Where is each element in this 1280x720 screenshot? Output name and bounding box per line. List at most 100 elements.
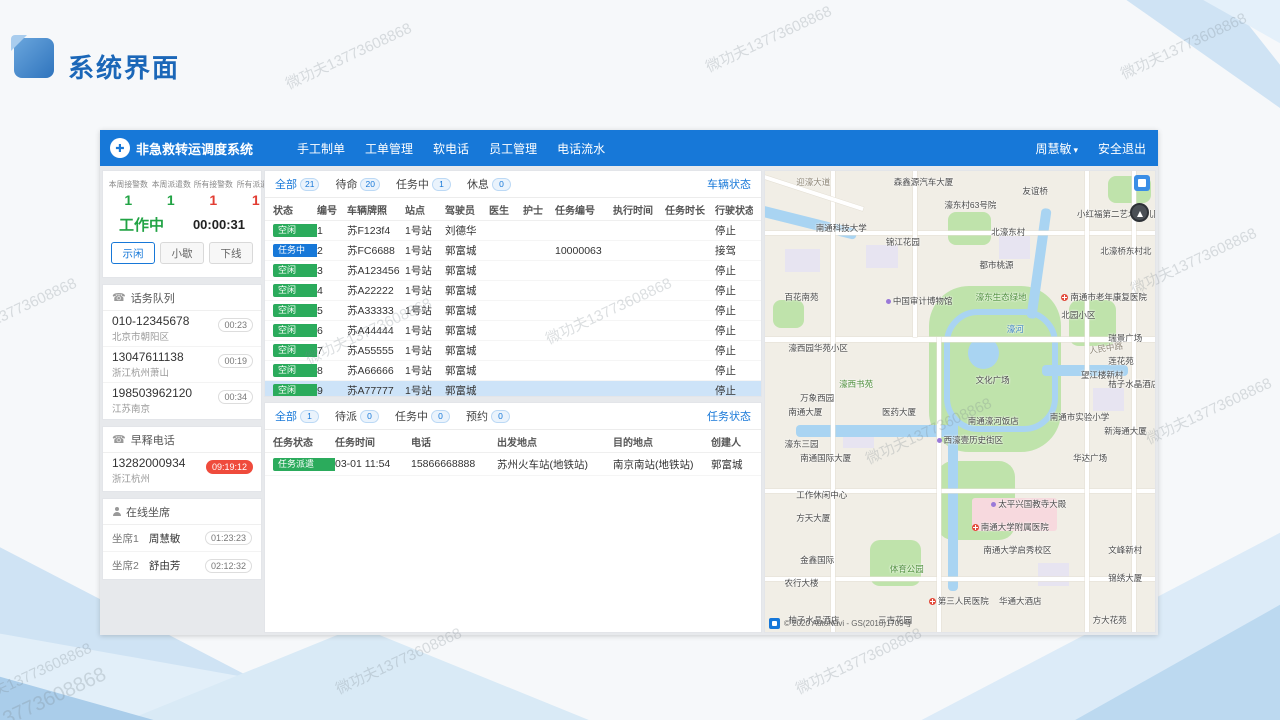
column-header: 创建人 bbox=[711, 434, 762, 449]
mode-button[interactable]: 示闲 bbox=[111, 242, 155, 264]
vehicle-tab[interactable]: 全部 21 bbox=[275, 176, 319, 192]
agent-item[interactable]: 坐席2 舒由芳 02:12:32 bbox=[103, 552, 261, 579]
page-title: 系统界面 bbox=[68, 48, 180, 85]
agent-time-badge: 01:23:23 bbox=[205, 531, 252, 545]
map-label: 华通大酒店 bbox=[999, 595, 1042, 607]
vehicle-row[interactable]: 空闲 7 苏A55555 1号站 郭富城 停止 bbox=[265, 341, 761, 361]
tab-count-badge: 0 bbox=[431, 410, 450, 423]
work-status-label: 工作中 bbox=[119, 214, 164, 235]
phone-icon: ☎ bbox=[112, 291, 126, 304]
map-label: 濠东三园 bbox=[785, 438, 819, 450]
vehicle-row[interactable]: 空闲 4 苏A22222 1号站 郭富城 停止 bbox=[265, 281, 761, 301]
task-tab[interactable]: 预约 0 bbox=[466, 408, 510, 424]
vehicle-tab[interactable]: 休息 0 bbox=[467, 176, 511, 192]
status-badge: 空闲 bbox=[273, 384, 317, 397]
app-logo-icon: ✚ bbox=[110, 138, 130, 158]
work-timer: 00:00:31 bbox=[193, 217, 245, 232]
mode-button[interactable]: 下线 bbox=[209, 242, 253, 264]
phone-icon: ☎ bbox=[112, 433, 126, 446]
stats-row: 本周接警数 1 本周派遣数 1 所有接警数 1 bbox=[103, 171, 261, 211]
vehicle-row[interactable]: 空闲 3 苏A123456 1号站 郭富城 停止 bbox=[265, 261, 761, 281]
nav-menu: 手工制单 工单管理 软电话 员工管理 电话流水 bbox=[297, 140, 605, 157]
wait-time-badge: 00:34 bbox=[218, 390, 253, 404]
vehicle-row[interactable]: 空闲 1 苏F123f4 1号站 刘德华 停止 bbox=[265, 221, 761, 241]
stat-item: 本周接警数 1 bbox=[107, 178, 150, 208]
wait-time-badge: 00:23 bbox=[218, 318, 253, 332]
map-label: 森鑫源汽车大厦 bbox=[894, 176, 954, 188]
map-label: 濠东生态绿地 bbox=[976, 291, 1027, 303]
wait-time-badge: 00:19 bbox=[218, 354, 253, 368]
online-agents-list: 坐席1 周慧敏 01:23:23 坐席2 舒由芳 02:12:32 bbox=[103, 525, 261, 579]
map-label: 华达广场 bbox=[1073, 452, 1107, 464]
vehicle-row[interactable]: 空闲 8 苏A66666 1号站 郭富城 停止 bbox=[265, 361, 761, 381]
watermark: 微功夫13773608868 bbox=[0, 658, 110, 720]
vehicle-row[interactable]: 空闲 5 苏A33333 1号站 郭富城 停止 bbox=[265, 301, 761, 321]
map-compass-control[interactable] bbox=[1130, 203, 1149, 222]
vehicle-tab[interactable]: 任务中 1 bbox=[396, 176, 451, 192]
task-row[interactable]: 任务派遣 03-01 11:54 15866668888 苏州火车站(地铁站) … bbox=[265, 453, 761, 476]
poi-icon bbox=[886, 299, 891, 304]
task-panel: 全部 1 待派 0 任务中 0 bbox=[264, 402, 762, 633]
early-release-header: ☎ 早释电话 bbox=[103, 427, 261, 453]
map-label: 莲花苑 bbox=[1108, 355, 1134, 367]
watermark: 微功夫13773608868 bbox=[0, 637, 95, 714]
task-tab[interactable]: 待派 0 bbox=[335, 408, 379, 424]
call-queue-panel: ☎ 话务队列 010-12345678 北京市朝阳区 00:23 1304761… bbox=[102, 284, 262, 420]
app-brand: ✚ 非急救转运调度系统 bbox=[110, 138, 253, 158]
task-table-header: 任务状态任务时间电话出发地点目的地点创建人执行车辆 bbox=[265, 430, 761, 453]
agent-item[interactable]: 坐席1 周慧敏 01:23:23 bbox=[103, 525, 261, 552]
call-queue-item[interactable]: 13047611138 浙江杭州萧山 00:19 bbox=[103, 347, 261, 383]
vehicle-row[interactable]: 空闲 6 苏A44444 1号站 郭富城 停止 bbox=[265, 321, 761, 341]
mode-button[interactable]: 小歇 bbox=[160, 242, 204, 264]
map-layers-control[interactable] bbox=[1134, 175, 1150, 191]
column-header: 护士 bbox=[523, 202, 555, 217]
column-header: 任务状态 bbox=[273, 434, 335, 449]
nav-menu-item[interactable]: 手工制单 bbox=[297, 140, 345, 157]
nav-menu-item[interactable]: 员工管理 bbox=[489, 140, 537, 157]
call-queue-item[interactable]: 198503962120 江苏南京 00:34 bbox=[103, 383, 261, 419]
status-badge: 空闲 bbox=[273, 224, 317, 237]
map-label: 文化广场 bbox=[976, 374, 1010, 386]
column-header: 医生 bbox=[489, 202, 523, 217]
watermark: 微功夫13773608868 bbox=[1142, 372, 1275, 449]
chevron-down-icon: ▾ bbox=[1073, 145, 1078, 155]
task-tab[interactable]: 任务中 0 bbox=[395, 408, 450, 424]
map-label: 医药大厦 bbox=[882, 406, 916, 418]
vehicle-row[interactable]: 空闲 9 苏A77777 1号站 郭富城 停止 bbox=[265, 381, 761, 397]
nav-menu-item[interactable]: 电话流水 bbox=[557, 140, 605, 157]
app-window: ✚ 非急救转运调度系统 手工制单 工单管理 软电话 员工管理 电话流水 周慧敏▾ 安全退… bbox=[100, 130, 1158, 635]
online-agents-header: 在线坐席 bbox=[103, 499, 261, 525]
column-header: 执行时间 bbox=[613, 202, 665, 217]
map-label: 友谊桥 bbox=[1022, 185, 1048, 197]
vehicle-row[interactable]: 任务中 2 苏FC6688 1号站 郭富城 10000063 接驾 bbox=[265, 241, 761, 261]
vehicle-panel: 全部 21 待命 20 任务中 1 bbox=[264, 170, 762, 397]
user-menu[interactable]: 周慧敏▾ bbox=[1035, 140, 1078, 157]
map-label: 南通大厦 bbox=[788, 406, 822, 418]
logout-button[interactable]: 安全退出 bbox=[1098, 140, 1146, 157]
map-label: 中国审计博物馆 bbox=[886, 295, 953, 307]
vehicle-status-link[interactable]: 车辆状态 bbox=[707, 176, 751, 192]
poi-icon bbox=[929, 598, 936, 605]
poi-icon bbox=[1061, 294, 1068, 301]
column-header: 车辆牌照 bbox=[347, 202, 405, 217]
map-label: 南通市实验小学 bbox=[1050, 411, 1110, 423]
nav-menu-item[interactable]: 工单管理 bbox=[365, 140, 413, 157]
vehicle-tab[interactable]: 待命 20 bbox=[335, 176, 379, 192]
tab-count-badge: 0 bbox=[491, 410, 510, 423]
task-status-link[interactable]: 任务状态 bbox=[707, 408, 751, 424]
column-header: 任务时长 bbox=[665, 202, 715, 217]
task-tab[interactable]: 全部 1 bbox=[275, 408, 319, 424]
early-release-item[interactable]: 13282000934 浙江杭州 09:19:12 bbox=[103, 453, 261, 491]
map-label: 迎濠大道 bbox=[796, 176, 830, 188]
agent-time-badge: 02:12:32 bbox=[205, 559, 252, 573]
slide-title-icon bbox=[14, 38, 54, 78]
call-queue-item[interactable]: 010-12345678 北京市朝阳区 00:23 bbox=[103, 311, 261, 347]
watermark: 微功夫13773608868 bbox=[1117, 7, 1250, 84]
map-label: 南通科技大学 bbox=[816, 222, 867, 234]
agent-status-panel: 本周接警数 1 本周派遣数 1 所有接警数 1 bbox=[102, 170, 262, 278]
nav-menu-item[interactable]: 软电话 bbox=[433, 140, 469, 157]
map[interactable]: 迎濠大道 森鑫源汽车大厦 友谊桥 濠东村63号院 南通科技大学 北濠东村 小红福… bbox=[764, 170, 1156, 633]
column-header: 出发地点 bbox=[497, 434, 613, 449]
person-icon bbox=[112, 507, 121, 516]
status-badge: 空闲 bbox=[273, 364, 317, 377]
